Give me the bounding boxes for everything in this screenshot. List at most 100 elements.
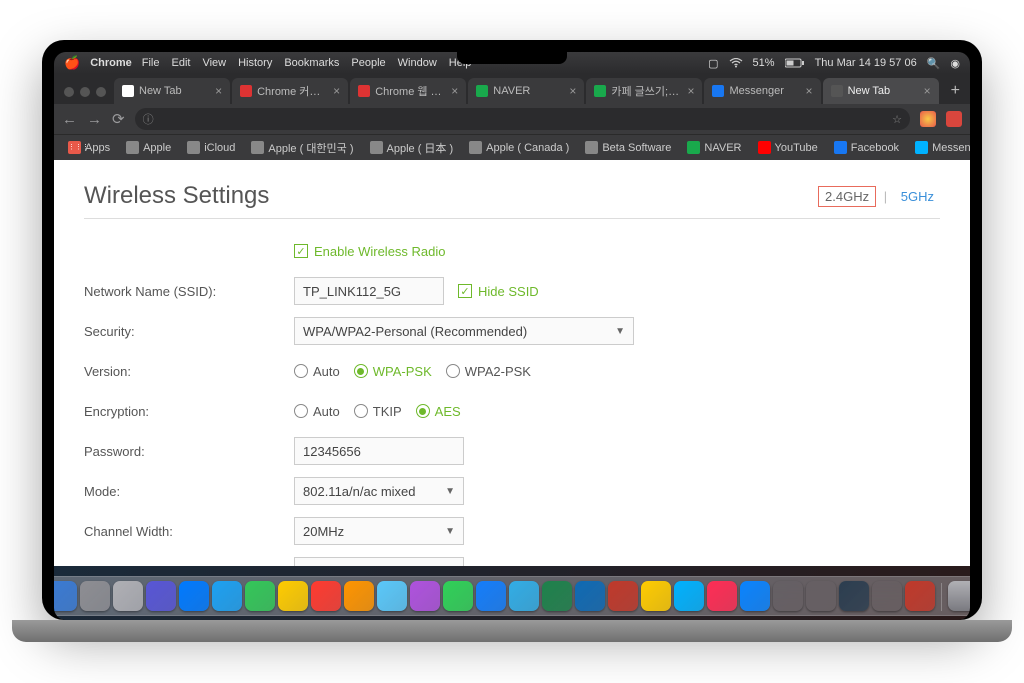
dock-app-icon[interactable] — [377, 581, 407, 611]
dock-app-icon[interactable] — [443, 581, 473, 611]
dock-app-icon[interactable] — [674, 581, 704, 611]
extension-icon-2[interactable] — [946, 111, 962, 127]
dock-app-icon[interactable] — [839, 581, 869, 611]
channel-width-select[interactable]: 20MHz ▼ — [294, 517, 464, 545]
dock-app-icon[interactable] — [278, 581, 308, 611]
security-select[interactable]: WPA/WPA2-Personal (Recommended) ▼ — [294, 317, 634, 345]
dock-app-icon[interactable] — [509, 581, 539, 611]
new-tab-button[interactable]: + — [941, 82, 970, 104]
dock-app-icon[interactable] — [707, 581, 737, 611]
close-icon[interactable]: × — [569, 84, 576, 98]
window-controls[interactable] — [60, 87, 114, 104]
reload-button[interactable]: ⟳ — [112, 110, 125, 128]
bookmark-item[interactable]: Apple — [120, 139, 177, 156]
close-icon[interactable]: × — [215, 84, 222, 98]
menubar-app-name[interactable]: Chrome — [90, 57, 132, 69]
band-5ghz[interactable]: 5GHz — [895, 187, 940, 206]
menu-people[interactable]: People — [351, 57, 385, 69]
password-input[interactable] — [294, 437, 464, 465]
version-radio-wpapsk[interactable]: WPA-PSK — [354, 364, 432, 379]
forward-button[interactable]: → — [87, 111, 102, 128]
dock-app-icon[interactable] — [575, 581, 605, 611]
dock-app-icon[interactable] — [212, 581, 242, 611]
dock-app-icon[interactable] — [344, 581, 374, 611]
browser-tab[interactable]: 카페 글쓰기;액 쓰는 사× — [586, 78, 702, 104]
bookmark-item[interactable]: Apple ( 日本 ) — [364, 138, 460, 158]
tab-favicon-icon — [831, 85, 843, 97]
browser-tab[interactable]: NAVER × — [468, 78, 584, 104]
close-icon[interactable]: × — [451, 84, 458, 98]
dock-app-icon[interactable] — [476, 581, 506, 611]
encryption-radio-aes[interactable]: AES — [416, 404, 461, 419]
bookmark-item[interactable]: Beta Software — [579, 139, 677, 156]
extension-icon-1[interactable] — [920, 111, 936, 127]
mode-select[interactable]: 802.11a/n/ac mixed ▼ — [294, 477, 464, 505]
close-icon[interactable]: × — [806, 84, 813, 98]
browser-tab[interactable]: New Tab× — [823, 78, 939, 104]
trash-icon[interactable] — [948, 581, 971, 611]
menu-edit[interactable]: Edit — [171, 57, 190, 69]
dock-app-icon[interactable] — [146, 581, 176, 611]
band-24ghz[interactable]: 2.4GHz — [818, 186, 876, 207]
dock-app-icon[interactable] — [54, 581, 77, 611]
browser-tab[interactable]: Chrome 커뮤니티 - 'N× — [232, 78, 348, 104]
back-button[interactable]: ← — [62, 111, 77, 128]
bookmark-item[interactable]: ⋮⋮⋮Apps — [62, 139, 116, 156]
siri-icon[interactable]: ◉ — [950, 57, 960, 70]
enable-wireless-checkbox[interactable]: ✓ Enable Wireless Radio — [294, 244, 446, 259]
bookmark-item[interactable]: YouTube — [752, 139, 824, 156]
battery-icon[interactable] — [785, 58, 805, 68]
version-radio-auto[interactable]: Auto — [294, 364, 340, 379]
browser-tab[interactable]: Messenger× — [704, 78, 820, 104]
menu-history[interactable]: History — [238, 57, 272, 69]
check-icon: ✓ — [458, 284, 472, 298]
dock-app-icon[interactable] — [311, 581, 341, 611]
apple-logo-icon[interactable]: 🍎 — [64, 55, 80, 71]
menu-file[interactable]: File — [142, 57, 160, 69]
dock-app-icon[interactable] — [773, 581, 803, 611]
menu-window[interactable]: Window — [398, 57, 437, 69]
ssid-input[interactable] — [294, 277, 444, 305]
bookmark-item[interactable]: NAVER — [681, 139, 747, 156]
menu-view[interactable]: View — [202, 57, 226, 69]
close-icon[interactable]: × — [924, 84, 931, 98]
bookmarks-bar: ⋮⋮⋮AppsAppleiCloudApple ( 대한민국 )Apple ( … — [54, 134, 970, 160]
dock-app-icon[interactable] — [542, 581, 572, 611]
dock-app-icon[interactable] — [608, 581, 638, 611]
dock-app-icon[interactable] — [410, 581, 440, 611]
address-bar[interactable]: ⓘ ☆ — [135, 108, 910, 130]
dock-app-icon[interactable] — [113, 581, 143, 611]
menu-bookmarks[interactable]: Bookmarks — [284, 57, 339, 69]
bookmark-item[interactable]: Apple ( Canada ) — [463, 139, 575, 156]
dock-app-icon[interactable] — [179, 581, 209, 611]
radio-icon — [354, 364, 368, 378]
bookmark-item[interactable]: Apple ( 대한민국 ) — [245, 138, 359, 158]
menubar-clock[interactable]: Thu Mar 14 19 57 06 — [815, 57, 917, 69]
channel-select[interactable]: Auto ▼ — [294, 557, 464, 566]
browser-tab[interactable]: Chrome 웹 스토어 - In× — [350, 78, 466, 104]
dock-app-icon[interactable] — [245, 581, 275, 611]
encryption-radio-auto[interactable]: Auto — [294, 404, 340, 419]
bookmark-item[interactable]: Facebook — [828, 139, 905, 156]
dock-app-icon[interactable] — [80, 581, 110, 611]
tab-title: NAVER — [493, 85, 564, 97]
spotlight-icon[interactable]: 🔍 — [927, 57, 941, 70]
close-icon[interactable]: × — [687, 84, 694, 98]
star-bookmark-icon[interactable]: ☆ — [892, 113, 902, 126]
dock-app-icon[interactable] — [641, 581, 671, 611]
dock-app-icon[interactable] — [905, 581, 935, 611]
airplay-icon[interactable]: ▢ — [708, 57, 718, 70]
dock-app-icon[interactable] — [740, 581, 770, 611]
site-info-icon[interactable]: ⓘ — [143, 111, 154, 127]
browser-tab[interactable]: New Tab× — [114, 78, 230, 104]
encryption-radio-tkip[interactable]: TKIP — [354, 404, 402, 419]
close-icon[interactable]: × — [333, 84, 340, 98]
chevron-down-icon: ▼ — [445, 526, 455, 537]
dock-app-icon[interactable] — [872, 581, 902, 611]
dock-app-icon[interactable] — [806, 581, 836, 611]
version-radio-wpa2psk[interactable]: WPA2-PSK — [446, 364, 531, 379]
hide-ssid-checkbox[interactable]: ✓ Hide SSID — [458, 284, 539, 299]
bookmark-item[interactable]: iCloud — [181, 139, 241, 156]
wifi-icon[interactable] — [729, 58, 743, 68]
bookmark-item[interactable]: Messenger — [909, 139, 970, 156]
